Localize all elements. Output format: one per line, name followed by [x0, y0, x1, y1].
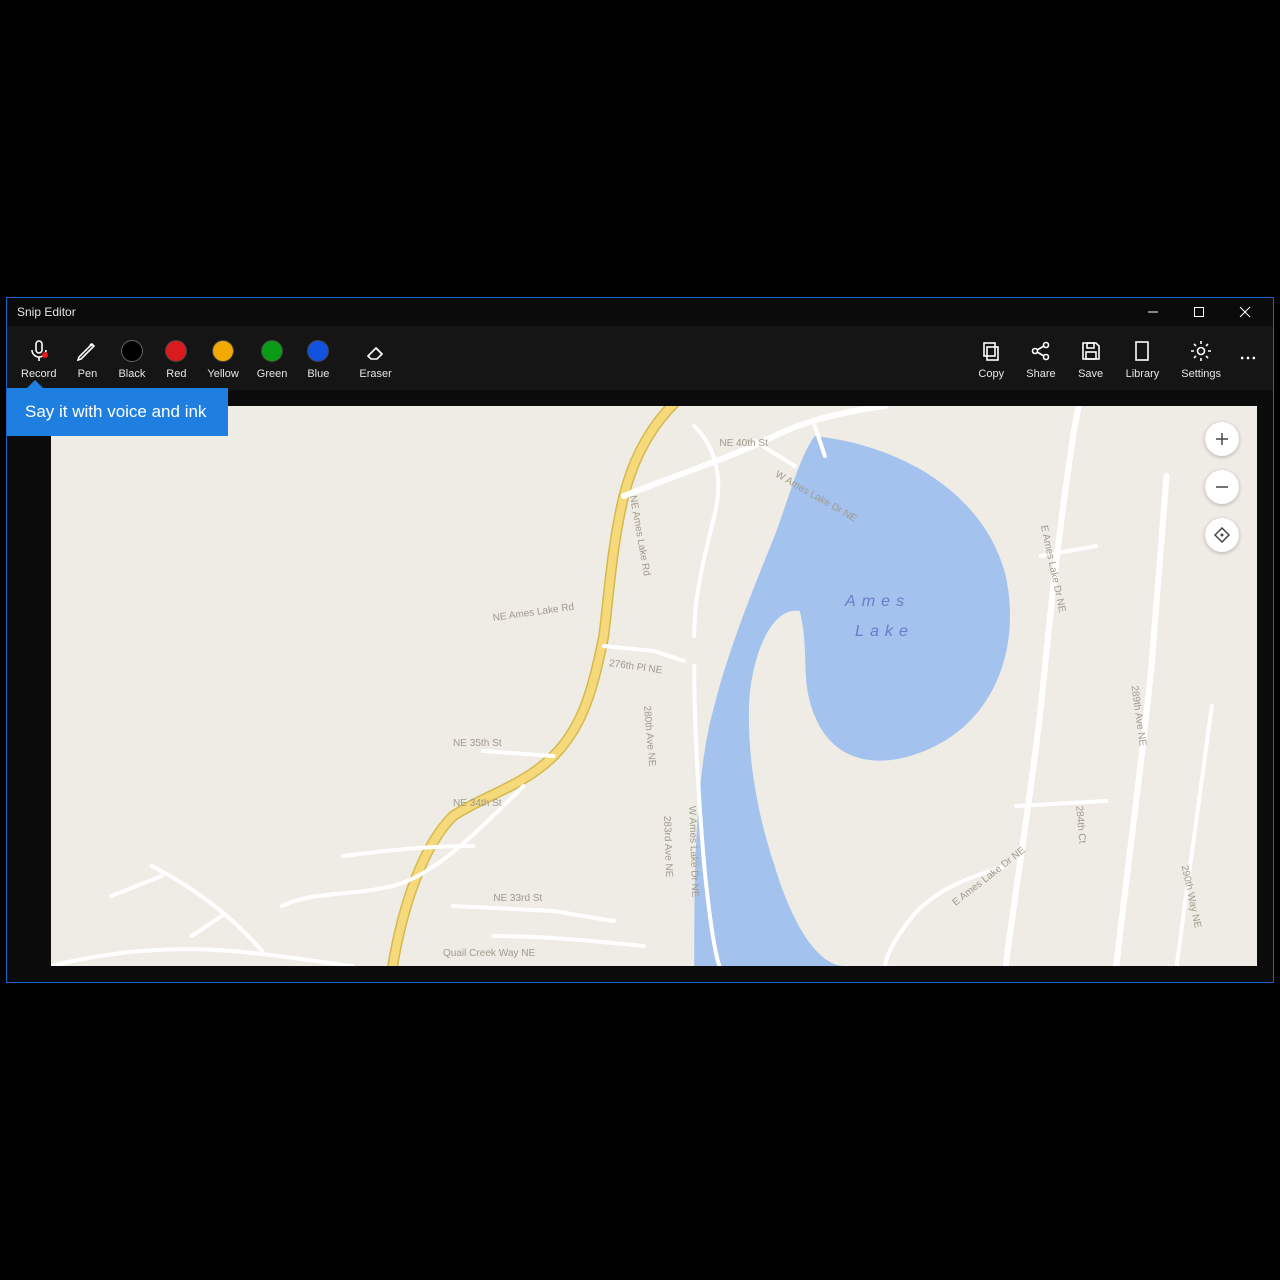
library-icon [1129, 338, 1155, 364]
map-svg: Ames Lake [51, 406, 1257, 966]
share-label: Share [1026, 368, 1055, 380]
tooltip-text: Say it with voice and ink [25, 402, 206, 421]
map-controls [1205, 422, 1239, 552]
yellow-label: Yellow [207, 368, 238, 380]
blue-label: Blue [307, 368, 329, 380]
swatch-red-icon [163, 338, 189, 364]
lake-label-line1: Ames [844, 592, 910, 610]
close-button[interactable] [1223, 299, 1267, 325]
toolbar-right: Copy Share Save [968, 334, 1263, 382]
maximize-button[interactable] [1177, 299, 1221, 325]
svg-text:NE 35th St: NE 35th St [453, 738, 502, 749]
black-label: Black [118, 368, 145, 380]
pen-icon [74, 338, 100, 364]
record-button[interactable]: Record [13, 334, 64, 382]
svg-text:NE 34th St: NE 34th St [453, 798, 502, 809]
svg-text:NE Ames Lake Rd: NE Ames Lake Rd [492, 602, 575, 624]
settings-label: Settings [1181, 368, 1221, 380]
copy-button[interactable]: Copy [968, 334, 1014, 382]
save-label: Save [1078, 368, 1103, 380]
window-title: Snip Editor [17, 305, 76, 319]
stage: Snip Editor [0, 0, 1280, 1280]
eraser-button[interactable]: Eraser [351, 334, 399, 382]
eraser-label: Eraser [359, 368, 391, 380]
save-button[interactable]: Save [1068, 334, 1114, 382]
minimize-icon [1147, 306, 1159, 318]
share-button[interactable]: Share [1016, 334, 1065, 382]
pen-label: Pen [78, 368, 98, 380]
gear-icon [1188, 338, 1214, 364]
green-label: Green [257, 368, 288, 380]
map-canvas[interactable]: Ames Lake [51, 406, 1257, 966]
save-icon [1078, 338, 1104, 364]
swatch-yellow-icon [210, 338, 236, 364]
maximize-icon [1193, 306, 1205, 318]
svg-text:NE Ames Lake Rd: NE Ames Lake Rd [627, 495, 652, 577]
toolbar: Record Pen Black Red [7, 326, 1273, 390]
color-black[interactable]: Black [110, 334, 153, 382]
window-controls [1131, 299, 1267, 325]
lake-label-line2: Lake [855, 622, 914, 640]
swatch-black-icon [119, 338, 145, 364]
minimize-button[interactable] [1131, 299, 1175, 325]
locate-icon [1214, 527, 1230, 543]
settings-button[interactable]: Settings [1171, 334, 1231, 382]
more-icon [1238, 348, 1258, 368]
swatch-green-icon [259, 338, 285, 364]
microphone-icon [26, 338, 52, 364]
swatch-blue-icon [305, 338, 331, 364]
color-yellow[interactable]: Yellow [199, 334, 246, 382]
more-button[interactable] [1233, 338, 1263, 378]
color-blue[interactable]: Blue [297, 334, 339, 382]
svg-text:284th Ct: 284th Ct [1073, 805, 1087, 844]
svg-text:283rd Ave NE: 283rd Ave NE [661, 816, 674, 878]
svg-text:Quail Creek Way NE: Quail Creek Way NE [443, 948, 536, 959]
copy-label: Copy [978, 368, 1004, 380]
pen-button[interactable]: Pen [66, 334, 108, 382]
zoom-out-button[interactable] [1205, 470, 1239, 504]
record-tooltip: Say it with voice and ink [7, 388, 228, 436]
plus-icon [1214, 431, 1230, 447]
svg-text:276th Pl NE: 276th Pl NE [608, 658, 663, 676]
svg-text:NE 33rd St: NE 33rd St [493, 893, 542, 904]
svg-text:W Ames Lake Dr NE: W Ames Lake Dr NE [686, 806, 700, 898]
copy-icon [978, 338, 1004, 364]
svg-text:280th Ave NE: 280th Ave NE [641, 705, 657, 767]
titlebar: Snip Editor [7, 298, 1273, 326]
close-icon [1239, 306, 1251, 318]
share-icon [1028, 338, 1054, 364]
red-label: Red [166, 368, 186, 380]
library-button[interactable]: Library [1116, 334, 1170, 382]
zoom-in-button[interactable] [1205, 422, 1239, 456]
minus-icon [1214, 479, 1230, 495]
svg-text:NE 40th St: NE 40th St [719, 438, 768, 449]
app-window: Snip Editor [6, 297, 1274, 983]
eraser-icon [363, 338, 389, 364]
toolbar-left: Record Pen Black Red [13, 334, 400, 382]
locate-button[interactable] [1205, 518, 1239, 552]
record-label: Record [21, 368, 56, 380]
library-label: Library [1126, 368, 1160, 380]
color-green[interactable]: Green [249, 334, 296, 382]
color-red[interactable]: Red [155, 334, 197, 382]
